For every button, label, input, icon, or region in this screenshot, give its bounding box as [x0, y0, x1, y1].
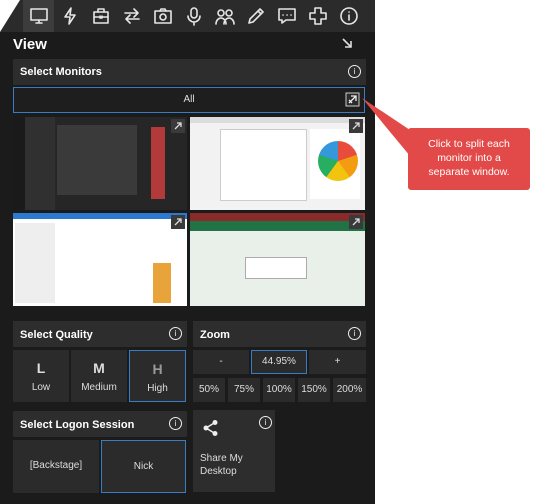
zoom-75-button[interactable]: 75%	[228, 378, 260, 402]
users-icon[interactable]	[209, 0, 240, 32]
monitor-icon[interactable]	[23, 0, 54, 32]
zoom-info-icon[interactable]: i	[348, 327, 361, 340]
expand-icon[interactable]	[349, 215, 363, 229]
zoom-title: Zoom	[200, 329, 230, 341]
monitors-info-icon[interactable]: i	[348, 65, 361, 78]
logon-info-icon[interactable]: i	[169, 417, 182, 430]
view-panel: View Select Monitors i All Select Qualit…	[0, 0, 375, 504]
expand-icon[interactable]	[171, 119, 185, 133]
share-label-line1: Share My	[200, 453, 243, 464]
logon-session-title: Select Logon Session	[20, 419, 135, 431]
toolbox-icon[interactable]	[85, 0, 116, 32]
quality-info-icon[interactable]: i	[169, 327, 182, 340]
split-monitors-icon[interactable]	[345, 92, 360, 107]
chat-icon[interactable]	[271, 0, 302, 32]
lightning-icon[interactable]	[54, 0, 85, 32]
session-backstage-button[interactable]: [Backstage]	[13, 440, 99, 493]
view-title: View	[13, 36, 47, 53]
zoom-in-button[interactable]: +	[309, 350, 366, 374]
zoom-out-button[interactable]: -	[193, 350, 249, 374]
transfer-arrows-icon[interactable]	[116, 0, 147, 32]
callout-line1: Click to split each	[428, 138, 510, 150]
quality-medium-label: Medium	[81, 382, 117, 393]
select-quality-header: Select Quality i	[13, 321, 187, 347]
quality-high-label: High	[147, 383, 168, 394]
quality-low-letter: L	[36, 360, 46, 376]
zoom-header: Zoom i	[193, 321, 366, 347]
session-nick-button[interactable]: Nick	[101, 440, 186, 493]
select-quality-title: Select Quality	[20, 329, 93, 341]
share-info-icon[interactable]: i	[259, 416, 272, 429]
select-monitors-title: Select Monitors	[20, 66, 102, 78]
pencil-icon[interactable]	[240, 0, 271, 32]
session-backstage-label: [Backstage]	[29, 460, 83, 471]
callout-text: Click to split each monitor into a separ…	[408, 137, 530, 179]
monitor-thumbnail-4[interactable]	[190, 213, 365, 306]
quality-low-label: Low	[31, 382, 51, 393]
camera-icon[interactable]	[147, 0, 178, 32]
share-icon	[203, 420, 218, 436]
session-nick-label: Nick	[133, 461, 154, 472]
all-monitors-label: All	[183, 94, 195, 105]
logon-session-header: Select Logon Session i	[13, 411, 187, 437]
collapse-arrow-icon[interactable]	[340, 36, 354, 50]
quality-medium-button[interactable]: M Medium	[71, 350, 127, 402]
callout-line3: separate window.	[428, 166, 510, 178]
callout-line2: monitor into a	[437, 152, 501, 164]
monitor-thumbnail-2[interactable]	[190, 117, 365, 210]
quality-high-letter: H	[152, 361, 163, 377]
quality-medium-letter: M	[93, 360, 105, 376]
microphone-icon[interactable]	[178, 0, 209, 32]
select-monitors-header: Select Monitors i	[13, 59, 366, 85]
info-icon[interactable]	[333, 0, 364, 32]
toolbar	[20, 0, 375, 32]
callout-pointer	[362, 98, 410, 156]
quality-low-button[interactable]: L Low	[13, 350, 69, 402]
zoom-100-button[interactable]: 100%	[263, 378, 295, 402]
zoom-50-button[interactable]: 50%	[193, 378, 225, 402]
zoom-value: 44.95%	[251, 350, 307, 374]
share-desktop-button[interactable]: i Share My Desktop	[193, 410, 275, 492]
expand-icon[interactable]	[349, 119, 363, 133]
expand-icon[interactable]	[171, 215, 185, 229]
monitor-thumbnail-3[interactable]	[13, 213, 187, 306]
quality-high-button[interactable]: H High	[129, 350, 186, 402]
share-desktop-label: Share My Desktop	[200, 452, 243, 478]
zoom-200-button[interactable]: 200%	[333, 378, 366, 402]
share-label-line2: Desktop	[200, 466, 237, 477]
all-monitors-button[interactable]: All	[13, 87, 365, 113]
plus-cross-icon[interactable]	[302, 0, 333, 32]
toolbar-fold	[0, 0, 20, 32]
zoom-150-button[interactable]: 150%	[298, 378, 330, 402]
monitor-thumbnail-1[interactable]	[13, 117, 187, 210]
